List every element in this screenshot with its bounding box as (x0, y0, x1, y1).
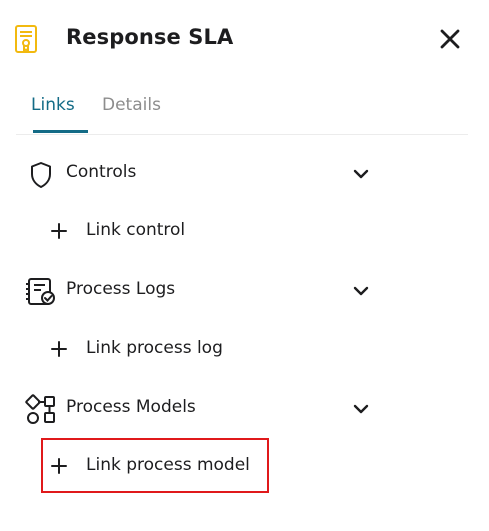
chevron-down-icon[interactable] (351, 281, 371, 301)
chevron-down-icon[interactable] (351, 164, 371, 184)
log-checklist-icon (26, 278, 55, 305)
plus-icon (51, 458, 67, 474)
active-tab-indicator (33, 130, 88, 133)
panel-header: Response SLA (0, 0, 489, 80)
close-icon[interactable] (438, 27, 462, 51)
link-process-log-button[interactable]: Link process log (44, 329, 284, 367)
tab-links[interactable]: Links (31, 95, 75, 115)
section-label: Controls (66, 162, 137, 182)
shield-icon (31, 162, 51, 188)
section-process-models[interactable]: Process Models (0, 387, 489, 427)
certificate-document-icon (15, 25, 37, 53)
link-label: Link process model (86, 455, 250, 475)
process-model-shapes-icon (25, 394, 55, 424)
chevron-down-icon[interactable] (351, 399, 371, 419)
section-label: Process Models (66, 397, 196, 417)
plus-icon (51, 341, 67, 357)
tab-details[interactable]: Details (102, 95, 161, 115)
link-control-button[interactable]: Link control (44, 211, 284, 249)
link-label: Link control (86, 220, 186, 240)
link-label: Link process log (86, 338, 223, 358)
link-process-model-button[interactable]: Link process model (44, 446, 284, 484)
panel-title: Response SLA (66, 25, 234, 49)
tab-bar: Links Details (16, 92, 468, 135)
section-label: Process Logs (66, 279, 176, 299)
plus-icon (51, 223, 67, 239)
section-process-logs[interactable]: Process Logs (0, 269, 489, 309)
section-controls[interactable]: Controls (0, 152, 489, 192)
